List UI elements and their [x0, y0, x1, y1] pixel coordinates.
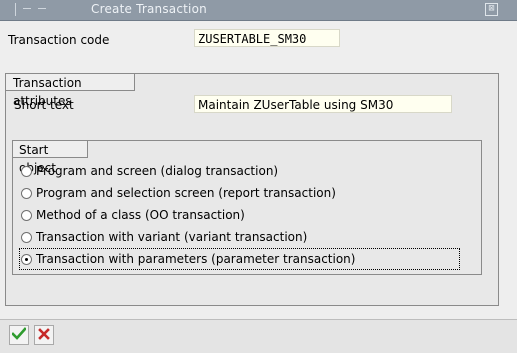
dialog-body: Transaction code ZUSERTABLE_SM30 Transac…	[0, 21, 517, 319]
close-icon[interactable]: ⊠	[485, 3, 498, 16]
short-text-label: Short text	[14, 98, 74, 112]
radio-button[interactable]	[21, 165, 32, 177]
radio-label: Program and screen (dialog transaction)	[36, 164, 279, 178]
radio-variant-transaction[interactable]: Transaction with variant (variant transa…	[21, 228, 307, 246]
radio-button[interactable]	[21, 187, 32, 199]
window-menu-icon[interactable]	[15, 3, 16, 16]
radio-label: Transaction with variant (variant transa…	[36, 230, 308, 244]
start-object-group: Start object Program and screen (dialog …	[12, 140, 482, 275]
bottom-toolbar	[0, 319, 517, 353]
transaction-attributes-group: Transaction attributes Short text Mainta…	[5, 73, 499, 306]
transaction-attributes-legend: Transaction attributes	[5, 73, 135, 108]
radio-parameter-transaction[interactable]: Transaction with parameters (parameter t…	[19, 248, 460, 270]
radio-label: Method of a class (OO transaction)	[36, 208, 245, 222]
radio-button[interactable]	[21, 209, 32, 221]
radio-label: Transaction with parameters (parameter t…	[36, 252, 356, 266]
cross-icon	[38, 327, 50, 343]
confirm-button[interactable]	[9, 325, 29, 345]
radio-report-transaction[interactable]: Program and selection screen (report tra…	[21, 184, 336, 202]
transaction-code-label: Transaction code	[8, 33, 110, 47]
short-text-field[interactable]: Maintain ZUserTable using SM30	[194, 95, 452, 113]
title-bar: Create Transaction ⊠	[0, 0, 517, 21]
radio-oo-transaction[interactable]: Method of a class (OO transaction)	[21, 206, 245, 224]
radio-label: Program and selection screen (report tra…	[36, 186, 336, 200]
window-title: Create Transaction	[91, 2, 207, 16]
radio-button-selected[interactable]	[21, 253, 32, 265]
window-minimize-icon[interactable]	[23, 8, 31, 9]
window-restore-icon[interactable]	[38, 8, 46, 9]
radio-dialog-transaction[interactable]: Program and screen (dialog transaction)	[21, 162, 278, 180]
start-object-legend: Start object	[12, 140, 88, 175]
check-icon	[11, 327, 27, 343]
transaction-code-field[interactable]: ZUSERTABLE_SM30	[194, 29, 340, 47]
radio-button[interactable]	[21, 231, 32, 243]
cancel-button[interactable]	[34, 325, 54, 345]
